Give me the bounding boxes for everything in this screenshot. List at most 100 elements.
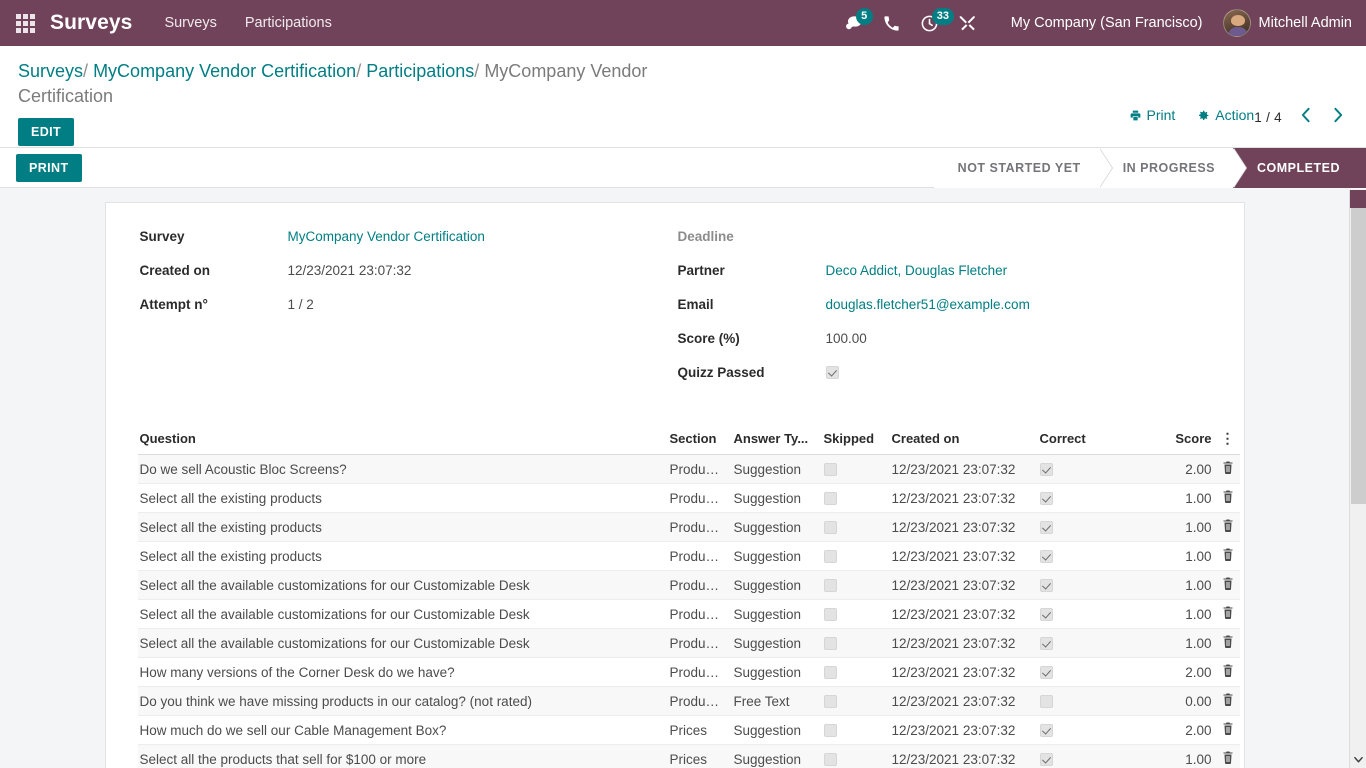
phone-button[interactable]: [873, 0, 911, 46]
pager-previous-button[interactable]: [1296, 107, 1315, 127]
vertical-scrollbar[interactable]: [1349, 190, 1366, 768]
quizz-passed-checkbox[interactable]: [825, 366, 839, 379]
column-header-skipped[interactable]: Skipped: [817, 427, 886, 455]
cell-correct-checkbox[interactable]: [1039, 607, 1053, 621]
trash-icon[interactable]: [1222, 490, 1234, 506]
pager-next-button[interactable]: [1329, 107, 1348, 127]
edit-button[interactable]: EDIT: [18, 118, 75, 146]
tools-icon: [959, 16, 975, 31]
developer-tools-button[interactable]: [949, 0, 987, 46]
cell-correct-checkbox[interactable]: [1039, 694, 1053, 708]
cell-correct-checkbox[interactable]: [1039, 752, 1053, 766]
cell-correct-checkbox[interactable]: [1039, 491, 1053, 505]
menu-item-participations[interactable]: Participations: [245, 15, 332, 31]
table-row[interactable]: Select all the available customizations …: [137, 628, 1240, 658]
status-stage-in-progress[interactable]: IN PROGRESS: [1098, 147, 1248, 188]
field-label-partner: Partner: [677, 263, 725, 278]
row-delete-cell[interactable]: [1215, 599, 1240, 629]
cell-correct-checkbox[interactable]: [1039, 636, 1053, 650]
status-stage-completed[interactable]: COMPLETED: [1233, 147, 1366, 188]
row-delete-cell[interactable]: [1215, 570, 1240, 600]
scrollbar-thumb[interactable]: [1351, 208, 1366, 504]
column-header-answer-type[interactable]: Answer Ty...: [727, 427, 818, 455]
app-brand-title[interactable]: Surveys: [50, 11, 132, 35]
row-delete-cell[interactable]: [1215, 483, 1240, 513]
menu-item-surveys[interactable]: Surveys: [164, 15, 216, 31]
column-header-created-on[interactable]: Created on: [885, 427, 1034, 455]
row-delete-cell[interactable]: [1215, 454, 1240, 484]
trash-icon[interactable]: [1222, 635, 1234, 651]
cell-skipped-checkbox[interactable]: [823, 723, 837, 737]
table-row[interactable]: Do we sell Acoustic Bloc Screens? Produc.…: [137, 454, 1240, 484]
cell-skipped-checkbox[interactable]: [823, 694, 837, 708]
messages-button[interactable]: 5: [835, 0, 873, 46]
cell-answer-type: Suggestion: [727, 541, 818, 571]
table-row[interactable]: How many versions of the Corner Desk do …: [137, 657, 1240, 687]
company-selector[interactable]: My Company (San Francisco): [1011, 15, 1203, 31]
row-delete-cell[interactable]: [1215, 686, 1240, 716]
cell-skipped-checkbox[interactable]: [823, 578, 837, 592]
trash-icon[interactable]: [1222, 461, 1234, 477]
column-header-question[interactable]: Question: [137, 427, 664, 455]
column-header-section[interactable]: Section: [663, 427, 728, 455]
field-value-email[interactable]: douglas.fletcher51@example.com: [826, 297, 1030, 312]
cell-correct-checkbox[interactable]: [1039, 665, 1053, 679]
cell-correct-checkbox[interactable]: [1039, 549, 1053, 563]
table-row[interactable]: Select all the existing products Produc..…: [137, 512, 1240, 542]
row-delete-cell[interactable]: [1215, 541, 1240, 571]
cell-section: Prices: [663, 715, 728, 745]
cell-correct: [1033, 686, 1140, 716]
table-row[interactable]: Select all the existing products Produc..…: [137, 483, 1240, 513]
trash-icon[interactable]: [1222, 548, 1234, 564]
row-delete-cell[interactable]: [1215, 512, 1240, 542]
trash-icon[interactable]: [1222, 664, 1234, 680]
column-header-correct[interactable]: Correct: [1033, 427, 1140, 455]
cell-correct-checkbox[interactable]: [1039, 723, 1053, 737]
trash-icon[interactable]: [1222, 606, 1234, 622]
trash-icon[interactable]: [1222, 693, 1234, 709]
field-value-score: 100.00: [825, 331, 867, 346]
table-row[interactable]: How much do we sell our Cable Management…: [137, 715, 1240, 745]
field-value-partner[interactable]: Deco Addict, Douglas Fletcher: [826, 263, 1008, 278]
row-delete-cell[interactable]: [1215, 657, 1240, 687]
cell-skipped-checkbox[interactable]: [823, 520, 837, 534]
cell-correct-checkbox[interactable]: [1039, 462, 1053, 476]
field-value-survey[interactable]: MyCompany Vendor Certification: [288, 229, 485, 244]
column-options-button[interactable]: ⋮: [1215, 427, 1240, 455]
trash-icon[interactable]: [1222, 519, 1234, 535]
table-row[interactable]: Select all the available customizations …: [137, 599, 1240, 629]
user-menu[interactable]: Mitchell Admin: [1222, 9, 1352, 37]
action-menu-button[interactable]: Action: [1197, 107, 1254, 123]
breadcrumb-item-surveys[interactable]: Surveys: [18, 61, 83, 81]
scrollbar-down-button[interactable]: [1350, 751, 1366, 768]
cell-skipped-checkbox[interactable]: [823, 491, 837, 505]
table-row[interactable]: Select all the products that sell for $1…: [137, 744, 1240, 768]
activities-button[interactable]: 33: [911, 0, 954, 46]
trash-icon[interactable]: [1222, 751, 1234, 767]
row-delete-cell[interactable]: [1215, 628, 1240, 658]
cell-answer-type: Suggestion: [727, 483, 818, 513]
table-row[interactable]: Do you think we have missing products in…: [137, 686, 1240, 716]
column-header-score[interactable]: Score: [1139, 427, 1216, 455]
cell-skipped-checkbox[interactable]: [823, 549, 837, 563]
cell-skipped-checkbox[interactable]: [823, 752, 837, 766]
cell-skipped-checkbox[interactable]: [823, 665, 837, 679]
apps-menu-button[interactable]: [8, 6, 42, 40]
breadcrumb-item-survey-name[interactable]: MyCompany Vendor Certification: [93, 61, 356, 81]
cell-skipped-checkbox[interactable]: [823, 607, 837, 621]
table-row[interactable]: Select all the available customizations …: [137, 570, 1240, 600]
cell-correct-checkbox[interactable]: [1039, 578, 1053, 592]
table-row[interactable]: Select all the existing products Produc..…: [137, 541, 1240, 571]
cell-skipped: [817, 483, 886, 513]
trash-icon[interactable]: [1222, 577, 1234, 593]
cell-correct-checkbox[interactable]: [1039, 520, 1053, 534]
cell-skipped-checkbox[interactable]: [823, 462, 837, 476]
cell-skipped-checkbox[interactable]: [823, 636, 837, 650]
breadcrumb-item-participations[interactable]: Participations: [366, 61, 474, 81]
status-stage-not-started-yet[interactable]: NOT STARTED YET: [933, 147, 1113, 188]
print-menu-button[interactable]: Print: [1129, 107, 1175, 123]
print-button[interactable]: PRINT: [16, 153, 82, 182]
row-delete-cell[interactable]: [1215, 715, 1240, 745]
trash-icon[interactable]: [1222, 722, 1234, 738]
row-delete-cell[interactable]: [1215, 744, 1240, 768]
